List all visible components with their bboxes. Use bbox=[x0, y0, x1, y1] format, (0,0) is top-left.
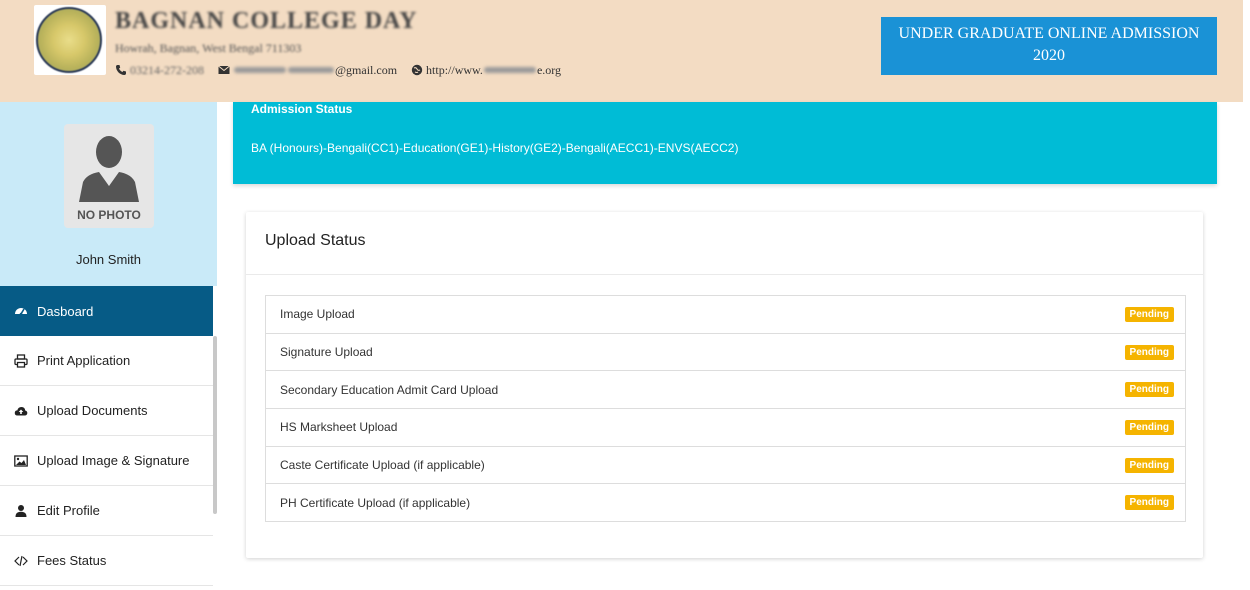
status-badge: Pending bbox=[1124, 382, 1174, 398]
upload-item-label: PH Certificate Upload (if applicable) bbox=[280, 495, 471, 510]
redacted-email-user bbox=[288, 67, 334, 73]
print-icon bbox=[14, 353, 28, 368]
sidebar-item-label: Upload Documents bbox=[37, 403, 148, 418]
college-seal-icon bbox=[36, 7, 102, 73]
upload-item-label: Signature Upload bbox=[280, 345, 373, 360]
admission-status-title: Admission Status bbox=[251, 102, 353, 116]
upload-item-label: HS Marksheet Upload bbox=[280, 420, 398, 435]
list-item: Caste Certificate Upload (if applicable)… bbox=[266, 447, 1185, 485]
sidebar-item-label: Upload Image & Signature bbox=[37, 453, 190, 468]
sidebar-item-edit-profile[interactable]: Edit Profile bbox=[0, 486, 213, 536]
website-prefix: http://www. bbox=[426, 62, 483, 77]
sidebar-item-upload-image-signature[interactable]: Upload Image & Signature bbox=[0, 436, 213, 486]
user-name: John Smith bbox=[75, 252, 142, 267]
upload-status-title: Upload Status bbox=[246, 212, 1203, 275]
college-address: Howrah, Bagnan, West Bengal 711303 bbox=[115, 41, 302, 55]
list-item: Signature Upload Pending bbox=[266, 334, 1185, 372]
page-header: BAGNAN COLLEGE DAY Howrah, Bagnan, West … bbox=[0, 0, 1243, 102]
email-domain: @gmail.com bbox=[335, 62, 398, 77]
upload-status-card: Upload Status Image Upload Pending Signa… bbox=[246, 212, 1203, 558]
status-badge: Pending bbox=[1124, 306, 1174, 322]
contact-bar: 03214-272-208 @gmail.com http://www. e.o… bbox=[115, 61, 575, 79]
no-photo-label: NO PHOTO bbox=[77, 208, 141, 222]
upload-item-label: Caste Certificate Upload (if applicable) bbox=[280, 458, 485, 473]
profile-panel: NO PHOTO John Smith bbox=[0, 102, 217, 286]
admission-banner-title: UNDER GRADUATE ONLINE ADMISSION bbox=[898, 25, 1200, 42]
contact-website[interactable]: http://www. e.org bbox=[411, 63, 561, 78]
admission-course-combination: BA (Honours)-Bengali(CC1)-Education(GE1)… bbox=[251, 141, 739, 155]
college-name: BAGNAN COLLEGE DAY bbox=[115, 8, 418, 34]
phone-icon bbox=[116, 65, 126, 75]
sidebar-item-print-application[interactable]: Print Application bbox=[0, 336, 213, 386]
status-badge: Pending bbox=[1124, 495, 1174, 511]
envelope-icon bbox=[218, 65, 230, 74]
code-icon bbox=[14, 554, 28, 568]
redacted-website bbox=[483, 67, 536, 73]
image-icon bbox=[14, 454, 28, 468]
sidebar-item-label: Dasboard bbox=[37, 303, 94, 319]
sidebar-item-upload-documents[interactable]: Upload Documents bbox=[0, 386, 213, 436]
contact-phone: 03214-272-208 bbox=[115, 63, 204, 78]
upload-status-list: Image Upload Pending Signature Upload Pe… bbox=[265, 295, 1186, 523]
redacted-email-user bbox=[234, 67, 286, 73]
contact-email[interactable]: @gmail.com bbox=[218, 63, 397, 78]
status-badge: Pending bbox=[1124, 344, 1174, 360]
admission-banner-year: 2020 bbox=[1033, 47, 1065, 64]
globe-icon bbox=[411, 64, 423, 76]
cloud-upload-icon bbox=[14, 404, 28, 418]
sidebar-item-label: Print Application bbox=[37, 353, 131, 368]
status-badge: Pending bbox=[1124, 457, 1174, 473]
sidebar-item-label: Edit Profile bbox=[37, 503, 100, 518]
list-item: HS Marksheet Upload Pending bbox=[266, 409, 1185, 447]
sidebar-item-dashboard[interactable]: Dasboard bbox=[0, 286, 213, 336]
list-item: Image Upload Pending bbox=[266, 296, 1185, 334]
list-item: PH Certificate Upload (if applicable) Pe… bbox=[266, 484, 1185, 523]
list-item: Secondary Education Admit Card Upload Pe… bbox=[266, 371, 1185, 410]
sidebar-scrollbar[interactable] bbox=[213, 336, 217, 514]
avatar: NO PHOTO bbox=[64, 124, 154, 228]
user-silhouette-icon bbox=[79, 136, 139, 202]
sidebar-nav: Dasboard Print Application Upload Docume… bbox=[0, 286, 213, 586]
user-icon bbox=[14, 504, 28, 518]
sidebar-item-fees-status[interactable]: Fees Status bbox=[0, 536, 213, 586]
college-logo bbox=[34, 5, 106, 75]
sidebar-item-label: Fees Status bbox=[37, 553, 107, 568]
admission-status-panel: Admission Status BA (Honours)-Bengali(CC… bbox=[233, 102, 1217, 184]
upload-item-label: Secondary Education Admit Card Upload bbox=[280, 382, 499, 397]
admission-banner: UNDER GRADUATE ONLINE ADMISSION 2020 bbox=[881, 17, 1217, 75]
website-suffix: e.org bbox=[536, 62, 562, 77]
dashboard-icon bbox=[14, 304, 28, 318]
upload-item-label: Image Upload bbox=[280, 307, 355, 322]
phone-number: 03214-272-208 bbox=[130, 62, 204, 77]
status-badge: Pending bbox=[1124, 419, 1174, 435]
